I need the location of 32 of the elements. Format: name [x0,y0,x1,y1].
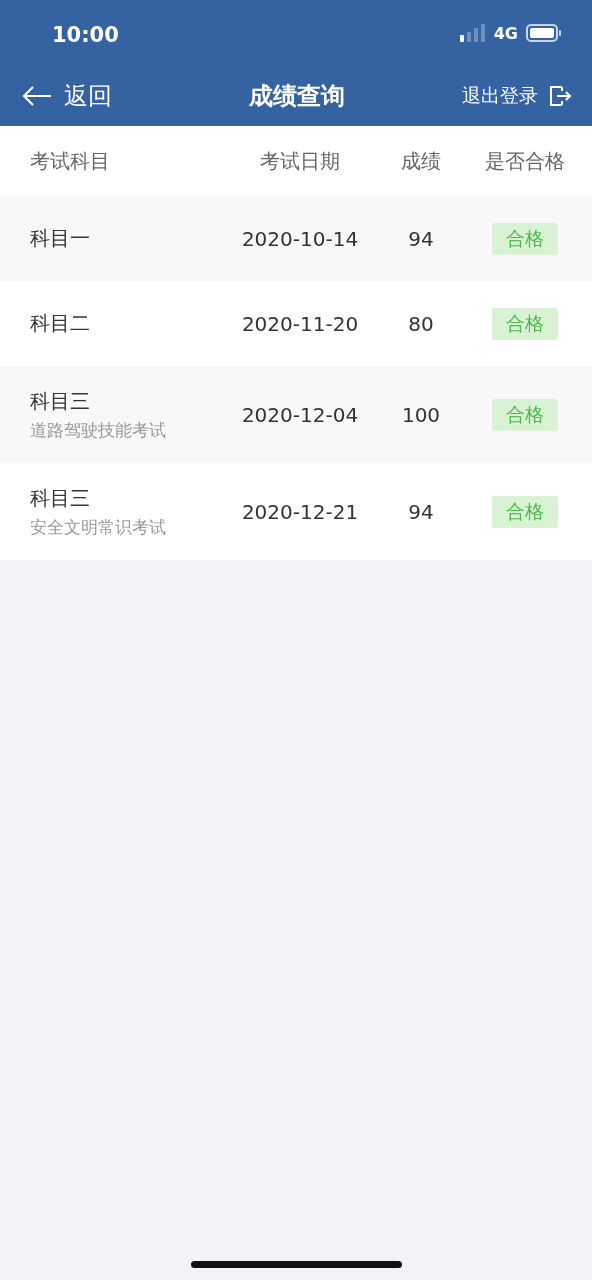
page-title: 成绩查询 [249,81,345,112]
column-header: 成绩 [401,147,441,175]
subject-subtitle: 道路驾驶技能考试 [30,418,167,442]
subject-cell-text: 科目一 [30,225,91,252]
date-cell: 2020-11-20 [241,311,359,336]
column-header: 考试科目 [30,147,111,175]
result-tag: 合格 [492,222,558,255]
score-cell: 80 [408,311,434,336]
battery-icon [526,24,562,42]
date-cell: 2020-10-14 [241,226,359,251]
status-time: 10:00 [52,22,120,47]
date-cell: 2020-12-04 [241,402,359,427]
score-cell: 100 [401,402,441,427]
result-tag: 合格 [492,398,558,431]
signal-icon [459,24,486,42]
column-header: 考试日期 [260,147,340,175]
back-button[interactable]: 返回 [22,80,112,112]
subject-subtitle: 安全文明常识考试 [30,515,167,539]
home-indicator[interactable] [191,1261,402,1268]
logout-button[interactable]: 退出登录 [462,83,572,109]
subject-cell-text: 科目二 [30,310,91,337]
subject-cell-text: 科目三 [30,484,91,512]
result-tag: 合格 [492,307,558,340]
date-cell: 2020-12-21 [241,499,359,524]
back-arrow-icon [22,85,52,107]
network-label: 4G [493,23,518,43]
column-header: 是否合格 [485,147,565,175]
score-cell: 94 [408,226,434,251]
logout-icon [548,84,572,108]
result-tag: 合格 [492,495,558,528]
subject-cell-text: 科目三 [30,387,91,415]
score-cell: 94 [408,499,434,524]
